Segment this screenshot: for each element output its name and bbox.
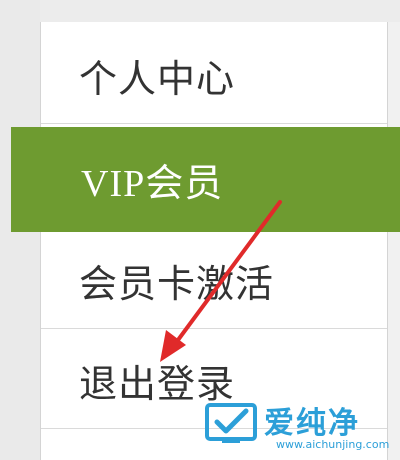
watermark-logo-icon — [205, 403, 257, 443]
right-edge — [388, 22, 400, 460]
watermark-url: www.aichunjing.com — [276, 438, 390, 451]
menu-item-label: VIP会员 — [81, 163, 224, 205]
menu-item-label: 个人中心 — [79, 56, 236, 101]
watermark: 爱纯净 www.aichunjing.com — [198, 398, 394, 456]
menu-item-label: 会员卡激活 — [79, 261, 275, 306]
menu-item-vip[interactable]: VIP会员 — [11, 127, 400, 232]
menu-item-card-activation[interactable]: 会员卡激活 — [41, 232, 387, 329]
menu-item-personal-center[interactable]: 个人中心 — [41, 27, 387, 124]
account-menu: 个人中心 会员卡激活 退出登录 VIP会员 — [11, 22, 400, 460]
top-strip — [0, 0, 400, 22]
watermark-title: 爱纯净 — [264, 406, 360, 441]
